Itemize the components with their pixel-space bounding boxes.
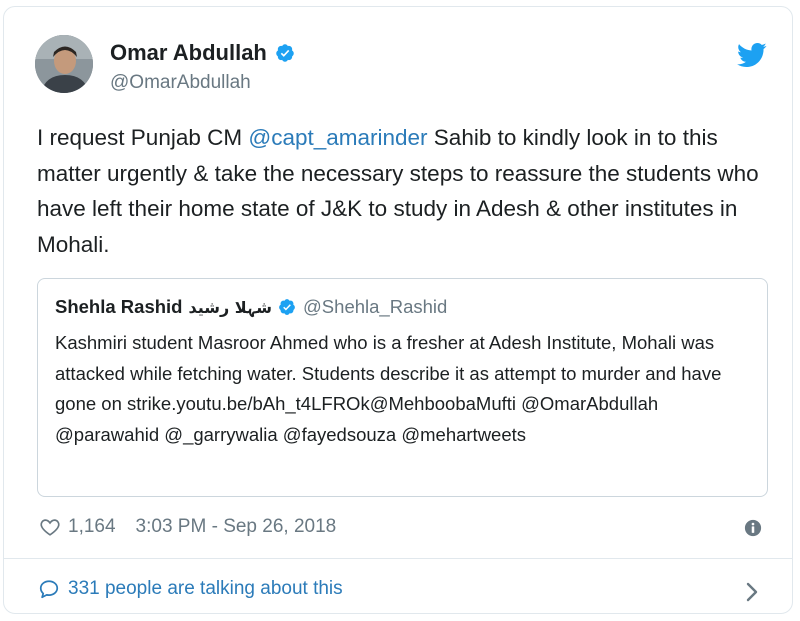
speech-bubble-icon bbox=[39, 580, 59, 599]
avatar[interactable] bbox=[35, 35, 93, 93]
divider bbox=[4, 558, 792, 559]
tweet-text: I request Punjab CM @capt_amarinder Sahi… bbox=[37, 120, 777, 262]
mention-link[interactable]: @capt_amarinder bbox=[248, 125, 427, 150]
tweet-meta: 1,164 3:03 PM - Sep 26, 2018 bbox=[39, 516, 336, 538]
twitter-bird-icon[interactable] bbox=[737, 43, 767, 68]
author-handle[interactable]: @OmarAbdullah bbox=[110, 72, 251, 94]
author-name-row: Omar Abdullah bbox=[110, 40, 295, 66]
verified-badge-icon bbox=[276, 44, 294, 62]
quoted-tweet-text: Kashmiri student Masroor Ahmed who is a … bbox=[55, 332, 722, 445]
talking-count[interactable]: 331 people are talking about this bbox=[68, 578, 343, 600]
quoted-author-handle: @Shehla_Rashid bbox=[303, 296, 448, 317]
chevron-right-icon[interactable] bbox=[745, 581, 759, 603]
author-name[interactable]: Omar Abdullah bbox=[110, 40, 267, 66]
info-icon[interactable] bbox=[744, 519, 762, 537]
verified-badge-icon bbox=[279, 299, 295, 315]
quoted-author-name: Shehla Rashid bbox=[55, 296, 183, 317]
tweet-text-before: I request Punjab CM bbox=[37, 125, 249, 150]
like-count[interactable]: 1,164 bbox=[68, 516, 116, 538]
conversation-link[interactable]: 331 people are talking about this bbox=[38, 578, 343, 600]
quoted-tweet[interactable]: Shehla Rashid شہلا رشید @Shehla_Rashid K… bbox=[37, 278, 768, 497]
quoted-tweet-header: Shehla Rashid شہلا رشید @Shehla_Rashid bbox=[55, 296, 447, 318]
tweet-card: Omar Abdullah @OmarAbdullah I request Pu… bbox=[3, 6, 793, 614]
quoted-author-name-urdu: شہلا رشید bbox=[188, 297, 273, 317]
heart-icon[interactable] bbox=[39, 516, 61, 538]
timestamp[interactable]: 3:03 PM - Sep 26, 2018 bbox=[136, 516, 337, 538]
